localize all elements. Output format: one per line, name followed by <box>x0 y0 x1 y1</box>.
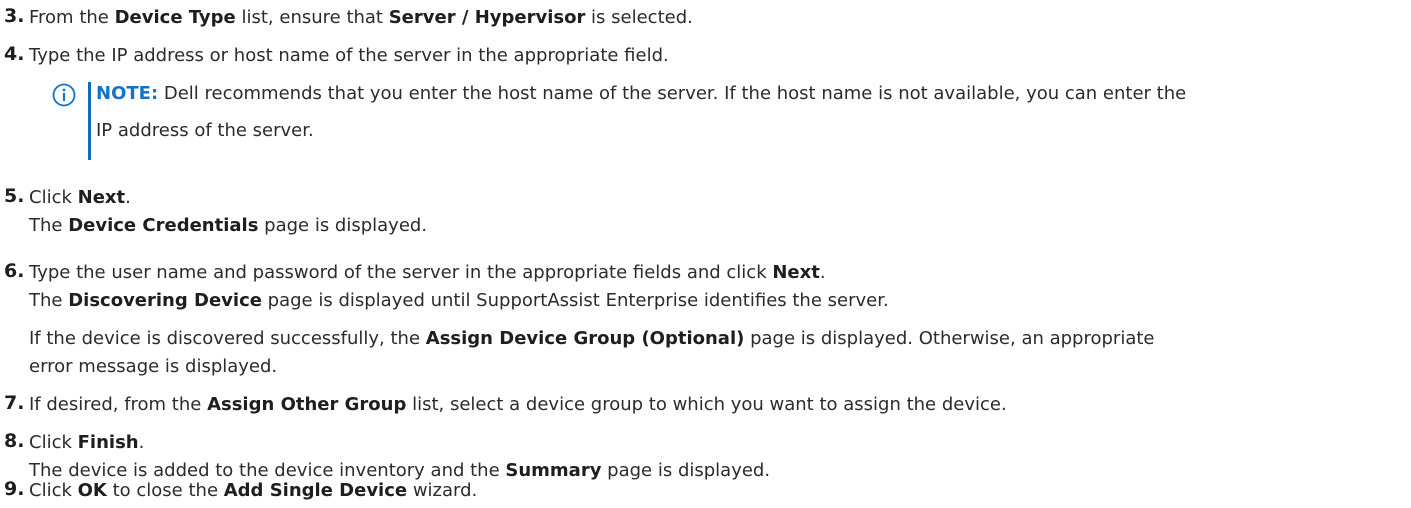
step-text-line: If desired, from the Assign Other Group … <box>29 392 1391 417</box>
ui-term: Next <box>772 262 820 283</box>
ui-term: Finish <box>77 432 139 453</box>
note-text-1: Dell recommends that you enter the host … <box>163 83 1187 104</box>
note-text-2: IP address of the server. <box>96 120 314 141</box>
text-run: From the <box>29 7 115 28</box>
step-text-line: Type the user name and password of the s… <box>29 260 1391 285</box>
step-number: 5. <box>4 185 25 207</box>
text-run: Click <box>29 432 78 453</box>
step-number: 9. <box>4 478 25 500</box>
ui-term: Discovering Device <box>68 290 262 311</box>
ui-term: Assign Other Group <box>207 394 407 415</box>
text-run: page is displayed. Otherwise, an appropr… <box>744 328 1155 349</box>
ui-term: Add Single Device <box>223 480 408 501</box>
text-run: list, ensure that <box>235 7 389 28</box>
text-run: to close the <box>106 480 224 501</box>
text-run: . <box>138 432 145 453</box>
step-text-line: Click OK to close the Add Single Device … <box>29 478 1391 503</box>
step-text-line: The Device Credentials page is displayed… <box>29 213 1391 238</box>
step-text-line: If the device is discovered successfully… <box>29 326 1391 351</box>
text-run: If desired, from the <box>29 394 208 415</box>
ui-term: Next <box>77 187 126 208</box>
step-text-line: From the Device Type list, ensure that S… <box>29 5 1391 30</box>
step-number: 6. <box>4 260 25 282</box>
text-run: page is displayed. <box>258 215 428 236</box>
text-run: Type the user name and password of the s… <box>29 262 773 283</box>
step-text-line: The Discovering Device page is displayed… <box>29 288 1391 313</box>
text-run: The <box>29 215 69 236</box>
ui-term: Device Credentials <box>68 215 259 236</box>
step-text-line: error message is displayed. <box>29 354 1391 379</box>
step-text-line: Click Next. <box>29 185 1391 210</box>
step-number: 8. <box>4 430 25 452</box>
step-text-line: Type the IP address or host name of the … <box>29 43 1391 68</box>
step-number: 4. <box>4 43 25 65</box>
text-run: If the device is discovered successfully… <box>29 328 426 349</box>
step-text-line: Click Finish. <box>29 430 1391 455</box>
text-run: . <box>125 187 131 208</box>
text-run: The <box>29 290 69 311</box>
text-run: wizard. <box>407 480 478 501</box>
text-run: list, select a device group to which you… <box>406 394 1007 415</box>
step-number: 7. <box>4 392 25 414</box>
ui-term: OK <box>77 480 107 501</box>
note-accent-bar <box>88 82 91 160</box>
text-run: . <box>819 262 826 283</box>
text-run: page is displayed until SupportAssist En… <box>261 290 889 311</box>
ui-term: Device Type <box>114 7 236 28</box>
note-line-2: IP address of the server. <box>96 118 314 143</box>
note-callout: NOTE: Dell recommends that you enter the… <box>52 79 1392 163</box>
text-run: Type the IP address or host name of the … <box>29 45 669 66</box>
info-icon <box>52 83 76 107</box>
ui-term: Server / Hypervisor <box>388 7 586 28</box>
text-run: is selected. <box>585 7 693 28</box>
note-label: NOTE: <box>96 83 159 104</box>
ui-term: Assign Device Group (Optional) <box>425 328 745 349</box>
note-line-1: NOTE: Dell recommends that you enter the… <box>96 81 1186 106</box>
step-number: 3. <box>4 5 25 27</box>
text-run: Click <box>29 480 78 501</box>
text-run: Click <box>29 187 78 208</box>
text-run: error message is displayed. <box>29 356 278 377</box>
